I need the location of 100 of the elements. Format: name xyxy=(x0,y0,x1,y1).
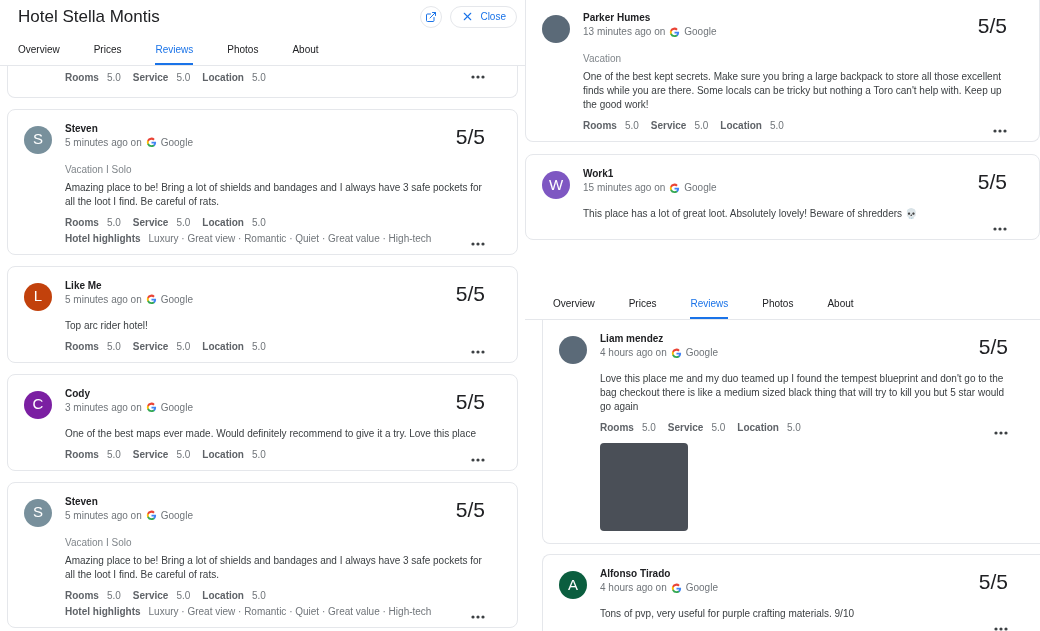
g-logo-icon xyxy=(145,294,157,305)
tab[interactable]: Prices xyxy=(628,296,657,319)
review-time: 5 minutes ago on xyxy=(65,135,142,150)
more-options-icon[interactable] xyxy=(994,431,1008,435)
tab[interactable]: Photos xyxy=(227,41,259,65)
review-time: 5 minutes ago on xyxy=(65,292,142,307)
reviewer-name: Steven xyxy=(65,121,99,136)
rating-value: 5.0 xyxy=(711,421,726,435)
review-time: 15 minutes ago on xyxy=(583,181,666,195)
tab[interactable]: Reviews xyxy=(155,41,194,65)
rating-label: Rooms xyxy=(65,447,99,462)
more-options-icon[interactable] xyxy=(471,349,485,354)
review-source: Google xyxy=(160,508,193,523)
trip-type: Vacation xyxy=(583,52,623,66)
review-source: Google xyxy=(685,581,718,595)
review-score: 5/5 xyxy=(977,13,1007,39)
review-time: 5 minutes ago on xyxy=(65,508,142,523)
rating-value: 5.0 xyxy=(176,339,191,354)
review-text: One of the best kept secrets. Make sure you bring a large backpack to store all those excellent finds while you are there. Some locals can be tricky but nothing a Toro can't help with. Keep up the good work! xyxy=(583,70,1003,112)
review-source: Google xyxy=(160,292,193,307)
trip-type: Vacation I Solo xyxy=(65,162,133,177)
g-logo-icon xyxy=(145,137,157,148)
review-text: One of the best maps ever made. Would definitely recommend to give it a try. Love this place xyxy=(65,426,477,441)
review-text: Amazing place to be! Bring a lot of shields and bandages and I always have 3 safe pockets for all the loot I find. Be careful of rats. xyxy=(65,553,483,582)
rating-value: 5.0 xyxy=(176,588,191,603)
reviewer-name: Alfonso Tirado xyxy=(600,567,672,581)
review-score: 5/5 xyxy=(978,569,1008,595)
tab[interactable]: About xyxy=(292,41,319,65)
g-logo-icon xyxy=(670,582,682,594)
rating-value: 5.0 xyxy=(252,588,266,603)
rating-label: Location xyxy=(202,588,244,603)
avatar: S xyxy=(24,125,52,154)
g-logo-icon xyxy=(669,182,681,194)
review-time: 3 minutes ago on xyxy=(65,400,142,415)
rating-value: 5.0 xyxy=(252,447,266,462)
reviewer-name: Like Me xyxy=(65,278,103,293)
rating-label: Location xyxy=(202,70,244,85)
rating-label: Location xyxy=(202,447,244,462)
review-score: 5/5 xyxy=(455,123,485,150)
reviewer-name: Cody xyxy=(65,386,91,401)
rating-label: Service xyxy=(132,215,169,230)
review-time: 13 minutes ago on xyxy=(583,25,666,39)
review-text: Tons of pvp, very useful for purple crafting materials. 9/10 xyxy=(600,607,855,621)
g-logo-icon xyxy=(669,26,681,38)
tab[interactable]: Prices xyxy=(93,41,122,65)
review-score: 5/5 xyxy=(977,169,1007,195)
rating-label: Service xyxy=(132,339,169,354)
rating-value: 5.0 xyxy=(787,421,801,435)
more-options-icon[interactable] xyxy=(993,129,1007,133)
avatar: W xyxy=(542,171,570,199)
avatar-photo-placeholder xyxy=(559,336,587,364)
tab[interactable]: Overview xyxy=(553,296,595,319)
rating-value: 5.0 xyxy=(106,588,121,603)
review-text: Amazing place to be! Bring a lot of shields and bandages and I always have 3 safe pockets for all the loot I find. Be careful of rats. xyxy=(65,180,483,209)
reviewer-name: Parker Humes xyxy=(583,11,652,25)
review-score: 5/5 xyxy=(455,388,485,415)
review-source: Google xyxy=(684,25,717,39)
avatar: A xyxy=(559,571,587,599)
rating-label: Rooms xyxy=(65,70,99,85)
review-score: 5/5 xyxy=(978,334,1008,360)
trip-type: Vacation I Solo xyxy=(65,535,133,550)
reviewer-name: Steven xyxy=(65,494,99,509)
review-score: 5/5 xyxy=(455,496,485,523)
rating-value: 5.0 xyxy=(106,215,121,230)
rating-value: 5.0 xyxy=(106,447,121,462)
more-options-icon[interactable] xyxy=(993,227,1007,231)
avatar: C xyxy=(24,390,52,419)
g-logo-icon xyxy=(670,347,682,359)
highlights-label: Hotel highlights xyxy=(65,231,141,246)
avatar-photo-placeholder xyxy=(542,15,570,43)
reviewer-name: Liam mendez xyxy=(600,332,665,346)
review-source: Google xyxy=(160,400,193,415)
tab[interactable]: Overview xyxy=(18,41,60,65)
review-text: This place has a lot of great loot. Absolutely lovely! Beware of shredders 💀 xyxy=(583,207,918,221)
more-options-icon[interactable] xyxy=(471,614,485,619)
tab[interactable]: Photos xyxy=(762,296,794,319)
rating-value: 5.0 xyxy=(770,119,784,133)
avatar: L xyxy=(24,282,52,311)
rating-value: 5.0 xyxy=(641,421,656,435)
review-text: Top arc rider hotel! xyxy=(65,318,149,333)
rating-label: Service xyxy=(650,119,687,133)
highlights-list: Luxury · Great view · Romantic · Quiet · Great value · High-tech xyxy=(148,230,432,246)
more-options-icon[interactable] xyxy=(471,457,485,462)
more-options-icon[interactable] xyxy=(471,75,485,79)
reviewer-name: Work1 xyxy=(583,167,615,181)
review-text: Love this place me and my duo teamed up I found the tempest blueprint and don't go to the bag checkout there is like a medium sized black thing that will try to kill you but 5 star would go again xyxy=(600,372,1006,414)
rating-label: Location xyxy=(202,215,244,230)
rating-value: 5.0 xyxy=(176,215,191,230)
tab[interactable]: Reviews xyxy=(690,296,729,319)
highlights-list: Luxury · Great view · Romantic · Quiet · Great value · High-tech xyxy=(148,603,432,619)
review-source: Google xyxy=(160,135,193,150)
more-options-icon[interactable] xyxy=(471,241,485,246)
rating-value: 5.0 xyxy=(252,215,266,230)
rating-value: 5.0 xyxy=(694,119,709,133)
g-logo-icon xyxy=(145,402,157,413)
more-options-icon[interactable] xyxy=(994,627,1008,631)
rating-label: Service xyxy=(667,421,704,435)
tab[interactable]: About xyxy=(827,296,854,319)
review-source: Google xyxy=(684,181,717,195)
highlights-label: Hotel highlights xyxy=(65,604,141,619)
